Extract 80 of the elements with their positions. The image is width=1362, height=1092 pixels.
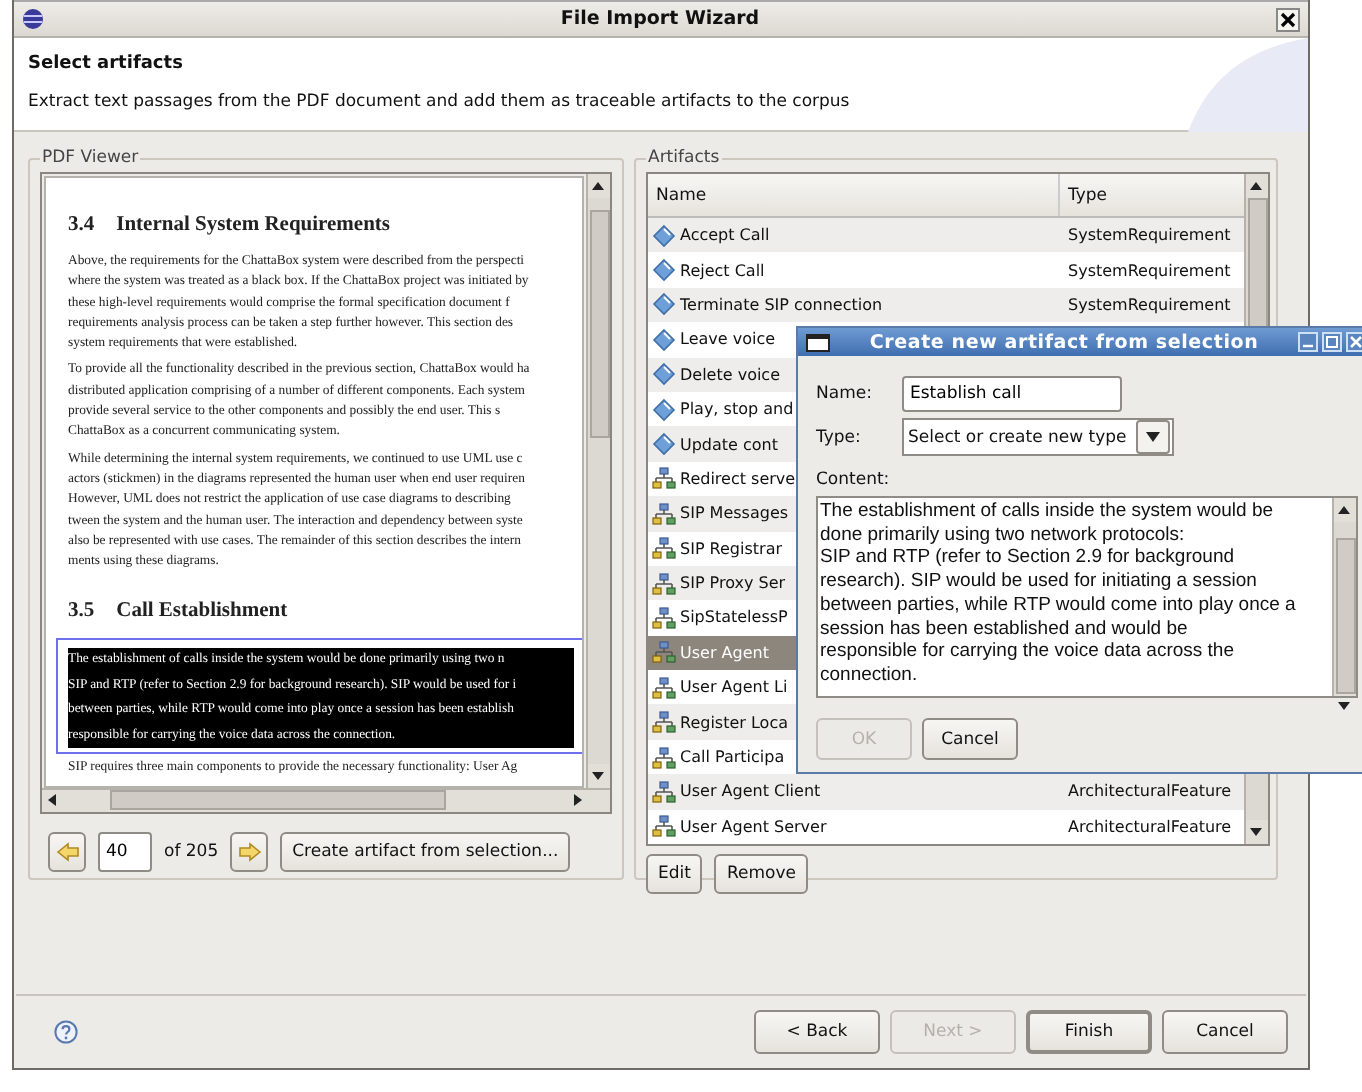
dialog-title: Create new artifact from selection bbox=[867, 331, 1261, 353]
scrollbar-thumb[interactable] bbox=[589, 210, 609, 438]
scrollbar-thumb[interactable] bbox=[110, 790, 446, 811]
page-number-field[interactable]: 40 bbox=[98, 831, 152, 872]
column-header[interactable]: Type bbox=[1060, 174, 1244, 216]
wizard-button[interactable]: < Back bbox=[754, 1010, 880, 1054]
diamond-icon bbox=[652, 327, 676, 352]
next-page-button[interactable] bbox=[230, 831, 269, 872]
window-icon bbox=[806, 333, 830, 351]
table-cell: User Agent Li bbox=[680, 678, 788, 697]
globe-icon bbox=[22, 8, 44, 30]
table-cell: SystemRequirement bbox=[1068, 261, 1231, 280]
type-combo-box[interactable]: Select or create new type bbox=[902, 418, 1174, 456]
column-header[interactable]: Name bbox=[648, 174, 1060, 216]
network-icon bbox=[652, 779, 676, 804]
previous-page-button[interactable] bbox=[48, 831, 86, 872]
diamond-icon bbox=[652, 258, 676, 283]
maximize-icon[interactable] bbox=[1322, 332, 1342, 352]
table-cell: SIP Messages bbox=[680, 504, 789, 523]
group-label: Artifacts bbox=[646, 148, 722, 168]
dialog-button[interactable]: Cancel bbox=[922, 718, 1018, 760]
type-label: Type: bbox=[816, 427, 863, 447]
network-icon bbox=[652, 814, 676, 839]
diamond-icon bbox=[652, 223, 676, 248]
network-icon bbox=[652, 640, 676, 665]
table-cell: User Agent Client bbox=[680, 782, 821, 801]
table-cell: SipStatelessP bbox=[680, 608, 788, 627]
table-cell: Delete voice bbox=[680, 365, 780, 384]
diamond-icon bbox=[652, 292, 676, 317]
diamond-icon bbox=[652, 432, 676, 457]
create-artifact-button[interactable]: Create artifact from selection... bbox=[280, 831, 571, 872]
table-cell: SIP Proxy Ser bbox=[680, 574, 786, 593]
page-title: Select artifacts bbox=[28, 54, 185, 74]
table-cell: User Agent Server bbox=[680, 817, 827, 836]
caret-icon bbox=[1146, 432, 1160, 442]
table-cell: ArchitecturalFeature bbox=[1068, 782, 1232, 801]
left-arrow-icon bbox=[55, 841, 79, 862]
close-icon[interactable] bbox=[1276, 7, 1300, 31]
network-icon bbox=[652, 675, 676, 700]
section-number: 3.5 bbox=[68, 600, 95, 623]
table-cell: Redirect serve bbox=[680, 469, 796, 488]
network-icon bbox=[652, 536, 676, 561]
name-label: Name: bbox=[816, 384, 874, 404]
wizard-button[interactable]: Cancel bbox=[1162, 1010, 1288, 1054]
artifact-action-button[interactable]: Edit bbox=[646, 854, 703, 895]
table-cell: User Agent bbox=[680, 643, 769, 662]
diamond-icon bbox=[652, 362, 676, 387]
table-cell: ArchitecturalFeature bbox=[1068, 817, 1232, 836]
group-label: PDF Viewer bbox=[40, 148, 141, 168]
help-icon[interactable] bbox=[54, 1020, 78, 1044]
table-cell: Leave voice bbox=[680, 330, 776, 349]
page-description: Extract text passages from the PDF document and add them as traceable artifacts to the corpus bbox=[28, 92, 852, 112]
artifact-action-button[interactable]: Remove bbox=[714, 854, 808, 895]
section-number: 3.4 bbox=[68, 214, 95, 236]
network-icon bbox=[652, 466, 676, 491]
table-cell: Accept Call bbox=[680, 226, 770, 245]
section-title: Call Establishment bbox=[116, 600, 288, 623]
table-cell: SystemRequirement bbox=[1068, 226, 1231, 245]
network-icon bbox=[652, 745, 676, 770]
minimize-icon[interactable] bbox=[1298, 332, 1318, 352]
table-cell: Reject Call bbox=[680, 261, 765, 280]
network-icon bbox=[652, 605, 676, 630]
content-label: Content: bbox=[816, 470, 892, 490]
table-cell: Update cont bbox=[680, 435, 779, 454]
table-cell: SystemRequirement bbox=[1068, 295, 1231, 314]
network-icon bbox=[652, 710, 676, 735]
network-icon bbox=[652, 501, 676, 526]
right-arrow-icon bbox=[237, 841, 262, 862]
window-title: File Import Wizard bbox=[558, 8, 762, 30]
table-cell: SIP Registrar bbox=[680, 539, 783, 558]
page-count-label: of 205 bbox=[164, 841, 219, 862]
table-cell: Call Participa bbox=[680, 748, 785, 767]
network-icon bbox=[652, 571, 676, 596]
diamond-icon bbox=[652, 397, 676, 422]
table-cell: Terminate SIP connection bbox=[680, 295, 883, 314]
section-title: Internal System Requirements bbox=[116, 214, 391, 236]
name-field[interactable]: Establish call bbox=[902, 376, 1122, 412]
wizard-button[interactable]: Finish bbox=[1026, 1010, 1152, 1054]
table-cell: Play, stop and bbox=[680, 400, 794, 419]
table-cell: Register Loca bbox=[680, 713, 788, 732]
